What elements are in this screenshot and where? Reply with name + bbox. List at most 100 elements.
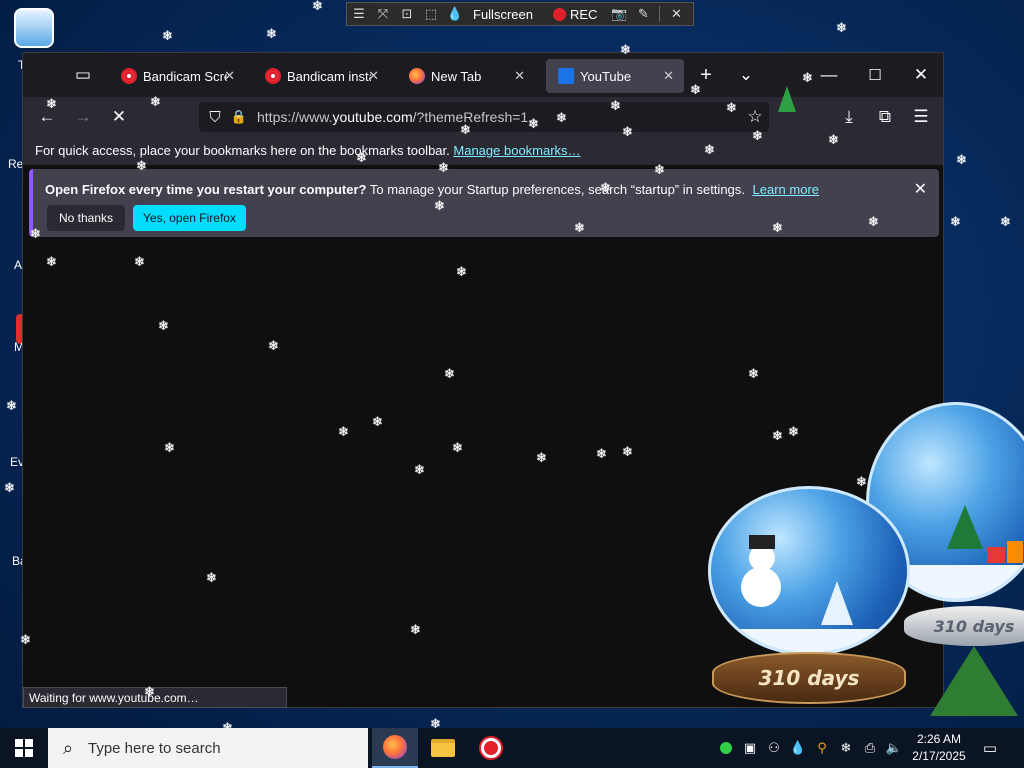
taskbar-search[interactable]: ⌕ Type here to search [48,728,368,768]
close-icon[interactable]: ✕ [664,3,688,25]
globe-base-left: 310 days [712,652,906,704]
bandicam-icon [121,68,137,84]
resize-icon[interactable]: ⤧ [371,3,395,25]
tab-new-tab[interactable]: New Tab ✕ [397,59,535,93]
start-button[interactable] [0,728,48,768]
infobar-heading: Open Firefox every time you restart your… [45,182,367,197]
tab-bandicam-screen[interactable]: Bandicam Scree ✕ [109,59,245,93]
close-tab-icon[interactable]: ✕ [368,68,379,84]
tree-icon [947,505,983,549]
tracking-protection-icon[interactable]: ⛉ [203,105,227,129]
snowflake-icon: ❄ [6,399,17,414]
days-counter: 310 days [933,616,1015,636]
no-thanks-button[interactable]: No thanks [47,205,125,231]
green-status-icon[interactable] [718,740,734,756]
people-icon[interactable]: ⚇ [766,740,782,756]
close-tab-icon[interactable]: ✕ [663,68,674,84]
snowman-icon [741,567,781,607]
opacity-icon[interactable]: 💧 [443,3,467,25]
snowflake-icon: ❄ [1000,215,1011,230]
desktop-label-2: A [14,258,23,272]
minimize-icon[interactable]: — [817,63,841,87]
url-suffix: /?themeRefresh=1 [412,109,529,125]
app-menu-icon[interactable]: ☰ [909,105,933,129]
tab-youtube[interactable]: YouTube ✕ [546,59,684,93]
bookmarks-toolbar: For quick access, place your bookmarks h… [23,137,943,165]
rec-label[interactable]: REC [570,7,597,22]
tab-title: New Tab [431,68,482,84]
globe-glass [708,486,910,656]
hat-icon [749,535,775,549]
tree-icon [778,86,796,112]
infobar-message: Open Firefox every time you restart your… [45,182,819,197]
tab-overview-icon[interactable]: ▭ [71,63,95,87]
snowflake-icon: ❄ [950,215,961,230]
lock-icon[interactable]: 🔒 [227,105,251,129]
snowflake-icon: ❄ [312,0,323,14]
maximize-icon[interactable]: ☐ [863,63,887,87]
status-bar: Waiting for www.youtube.com… [23,687,287,708]
url-host: youtube.com [332,109,413,125]
clock-date: 2/17/2025 [912,749,966,763]
extensions-icon[interactable]: ⧉ [873,105,897,129]
youtube-loading-icon [558,68,574,84]
network-icon[interactable]: ⎙ [862,740,878,756]
days-counter: 310 days [758,666,860,690]
taskbar: ⌕ Type here to search ▣ ⚇ 💧 ⚲ ❄ ⎙ 🔈 2:26… [0,728,1024,768]
menu-icon[interactable]: ☰ [347,3,371,25]
camera-icon[interactable]: 📷 [607,3,631,25]
system-clock[interactable]: 2:26 AM 2/17/2025 [906,731,972,765]
windows-icon [15,739,33,757]
bookmark-star-icon[interactable]: ☆ [743,105,767,129]
tree-icon [821,581,853,625]
globe-base-right: 310 days [904,606,1024,646]
firefox-icon [409,68,425,84]
yes-open-firefox-button[interactable]: Yes, open Firefox [133,205,246,231]
url-text[interactable]: https://www.youtube.com/?themeRefresh=1 [257,109,528,125]
tab-title: YouTube [580,68,632,84]
key-icon[interactable]: ⚲ [814,740,830,756]
tab-bandicam-install[interactable]: Bandicam insta ✕ [253,59,389,93]
close-tab-icon[interactable]: ✕ [514,68,525,84]
record-icon[interactable] [552,7,566,21]
gift-icon [987,547,1005,563]
search-placeholder: Type here to search [88,739,221,757]
close-tab-icon[interactable]: ✕ [224,68,235,84]
taskbar-bandicam[interactable] [468,728,514,768]
url-bar[interactable]: ⛉ 🔒 https://www.youtube.com/?themeRefres… [199,102,769,132]
new-tab-icon[interactable]: + [694,63,718,87]
startup-notification-bar: Open Firefox every time you restart your… [29,169,939,237]
zoom-area-icon[interactable]: ⊡ [395,3,419,25]
snowflake-icon: ❄ [956,153,967,168]
forward-icon[interactable]: → [71,105,95,129]
taskbar-file-explorer[interactable] [420,728,466,768]
stop-loading-icon[interactable]: ✕ [107,105,131,129]
folder-icon [431,739,455,757]
notifications-icon[interactable]: ▭ [982,740,998,757]
close-icon[interactable]: ✕ [914,179,927,199]
downloads-icon[interactable]: ⤓ [837,105,861,129]
select-area-icon[interactable]: ⬚ [419,3,443,25]
back-icon[interactable]: ← [35,105,59,129]
url-prefix: https://www. [257,109,333,125]
bookmarks-hint: For quick access, place your bookmarks h… [35,143,450,158]
firefox-icon [383,735,407,759]
close-window-icon[interactable]: ✕ [909,63,933,87]
snowflake-icon: ❄ [266,27,277,42]
christmas-tree-icon [930,646,1018,716]
snowflake-icon: ❄ [836,21,847,36]
display-icon[interactable]: ▣ [742,740,758,756]
search-icon: ⌕ [62,737,74,758]
learn-more-link[interactable]: Learn more [753,182,819,197]
taskbar-firefox[interactable] [372,728,418,768]
fullscreen-label[interactable]: Fullscreen [473,7,533,22]
pencil-icon[interactable]: ✎ [631,3,655,25]
desktop-icon-computer[interactable] [14,8,54,48]
snowflake-icon[interactable]: ❄ [838,740,854,756]
drop-icon[interactable]: 💧 [790,740,806,756]
volume-icon[interactable]: 🔈 [886,740,902,756]
snow-globe-left[interactable]: 310 days [704,486,914,708]
tab-list-icon[interactable]: ⌄ [734,63,758,87]
snowflake-icon: ❄ [162,29,173,44]
manage-bookmarks-link[interactable]: Manage bookmarks… [453,143,580,158]
